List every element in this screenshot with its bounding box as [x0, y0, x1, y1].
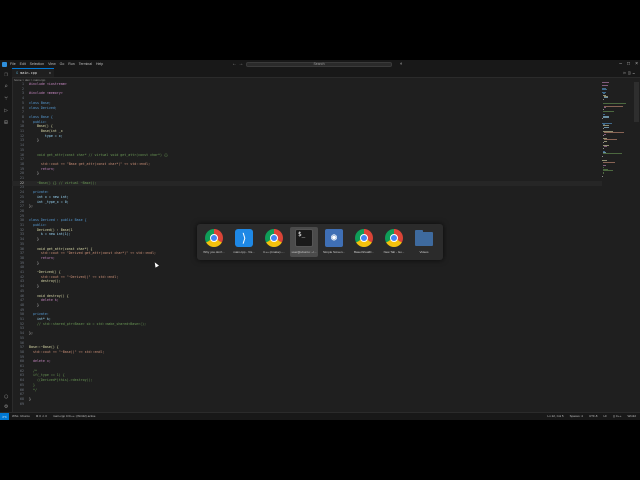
settings-gear-icon[interactable]: ⚙ — [3, 404, 9, 410]
back-forward-icon[interactable]: ← → — [232, 61, 243, 67]
minimap-line — [602, 173, 604, 174]
menu-item-selection[interactable]: Selection — [30, 62, 44, 66]
minimap-line — [603, 117, 609, 118]
status-item[interactable]: Spaces: 4 — [570, 413, 583, 420]
minimap-line — [603, 107, 607, 109]
switcher-item-label: New Tab - Go... — [383, 250, 405, 254]
title-bar: File Edit Selection View Go Run Terminal Help ←… — [0, 60, 640, 68]
command-search-input[interactable]: Search — [246, 61, 392, 67]
status-right: Ln 22, Col 5 Spaces: 4 UTF-8 LF {} C++ Win32 — [547, 413, 636, 420]
chrome-icon — [205, 229, 223, 247]
minimap-line — [603, 140, 608, 142]
camera-icon: ◉ — [325, 229, 343, 247]
copilot-icon[interactable]: ◐ — [400, 61, 403, 67]
line-number: 69 — [20, 401, 24, 406]
status-bar: >< WSL: Ubuntu ⊗ 0 ⚠ 0 main.cpp C/C++: (Wi… — [0, 412, 640, 420]
switcher-item[interactable]: C++ (cmake) -... — [260, 227, 288, 257]
close-icon[interactable]: × — [635, 61, 638, 67]
minimap-line — [603, 132, 625, 134]
status-item[interactable]: main.cpp C/C++: (Win32) active — [53, 413, 96, 420]
switcher-item[interactable]: ⟩ main.cpp - Vis... — [230, 227, 258, 257]
minimap-line — [603, 133, 607, 135]
tab-label: main.cpp — [20, 71, 37, 75]
menu-item-file[interactable]: File — [10, 62, 16, 66]
switcher-item-label: C++ (cmake) -... — [263, 250, 285, 254]
search-icon[interactable]: ⌕ — [3, 84, 9, 90]
menu-item-help[interactable]: Help — [96, 62, 103, 66]
minimap-line — [603, 170, 613, 172]
remote-indicator[interactable]: >< — [0, 413, 9, 420]
switcher-item[interactable]: $_ user@ubuntu: ~/... — [290, 227, 318, 257]
switcher-item[interactable]: Why you don't... — [200, 227, 228, 257]
minimap-line — [602, 84, 608, 86]
minimap-line — [603, 105, 624, 107]
minimap-line — [602, 89, 607, 90]
chrome-icon — [355, 229, 373, 247]
menu-bar: File Edit Selection View Go Run Terminal Help — [10, 62, 103, 66]
status-item[interactable]: Ln 22, Col 5 — [547, 413, 563, 420]
folder-icon — [415, 230, 433, 246]
minimap-line — [603, 153, 623, 155]
minimap-line — [603, 126, 610, 128]
menu-item-run[interactable]: Run — [68, 62, 74, 66]
switcher-item[interactable]: BaseVirtualD... — [350, 227, 378, 257]
switcher-item[interactable]: New Tab - Go... — [380, 227, 408, 257]
minimap-line — [602, 118, 603, 120]
chrome-icon — [265, 229, 283, 247]
terminal-icon: $_ — [295, 229, 313, 247]
status-left: WSL: Ubuntu ⊗ 0 ⚠ 0 main.cpp C/C++: (Win32… — [12, 413, 95, 420]
switcher-item-label: main.cpp - Vis... — [233, 250, 255, 254]
status-item[interactable]: WSL: Ubuntu — [12, 413, 30, 420]
account-icon[interactable]: ◯ — [3, 394, 9, 400]
code-line[interactable]: 69 — [12, 402, 602, 407]
vscode-icon: ⟩ — [235, 229, 253, 247]
status-item[interactable]: LF — [603, 413, 607, 420]
app-switcher: Why you don't... ⟩ main.cpp - Vis... C++ (c… — [197, 224, 443, 260]
minimap-line — [602, 156, 603, 158]
switcher-item-label: Why you don't... — [203, 250, 225, 254]
switcher-item-label: Videos — [419, 250, 429, 254]
menu-item-go[interactable]: Go — [60, 62, 65, 66]
more-icon[interactable]: … — [633, 70, 637, 75]
run-debug-icon[interactable]: ▷ — [3, 108, 9, 114]
explorer-icon[interactable]: ❐ — [3, 72, 9, 78]
maximize-icon[interactable]: □ — [627, 61, 630, 67]
status-item[interactable]: Win32 — [627, 413, 636, 420]
menu-item-edit[interactable]: Edit — [20, 62, 26, 66]
minimap-line — [603, 111, 614, 113]
status-item[interactable]: ⊗ 0 ⚠ 0 — [36, 413, 47, 420]
switcher-item-label: BaseVirtualD... — [354, 250, 374, 254]
editor-tabs: Gmain.cpp × ▷◫… — [12, 68, 640, 78]
switcher-item-label: user@ubuntu: ~/... — [291, 250, 317, 254]
tab-close-icon[interactable]: × — [49, 69, 51, 77]
status-item[interactable]: {} C++ — [613, 413, 622, 420]
cpp-file-icon: G — [16, 71, 19, 75]
minimap-line — [602, 82, 609, 83]
menu-item-terminal[interactable]: Terminal — [79, 62, 92, 66]
minimap-line — [603, 146, 607, 148]
extensions-icon[interactable]: ⊞ — [3, 120, 9, 126]
minimap-line — [602, 164, 606, 166]
editor-actions: ▷◫… — [624, 68, 637, 77]
minimap-line — [602, 161, 616, 163]
vertical-scrollbar[interactable] — [634, 82, 639, 122]
minimap[interactable] — [602, 82, 632, 410]
vscode-logo-icon — [2, 61, 7, 67]
switcher-item[interactable]: ◉ Simple Screen... — [320, 227, 348, 257]
status-item[interactable]: UTF-8 — [589, 413, 598, 420]
minimize-icon[interactable]: – — [619, 61, 622, 67]
switcher-item-label: Simple Screen... — [322, 250, 345, 254]
menu-item-view[interactable]: View — [48, 62, 56, 66]
window-controls: – □ × — [619, 61, 638, 67]
tab-main-cpp[interactable]: Gmain.cpp × — [12, 68, 54, 77]
minimap-line — [604, 97, 608, 99]
switcher-item[interactable]: Videos — [410, 227, 438, 257]
chrome-icon — [385, 229, 403, 247]
source-control-icon[interactable]: ⑂ — [3, 96, 9, 102]
minimap-line — [603, 103, 627, 104]
